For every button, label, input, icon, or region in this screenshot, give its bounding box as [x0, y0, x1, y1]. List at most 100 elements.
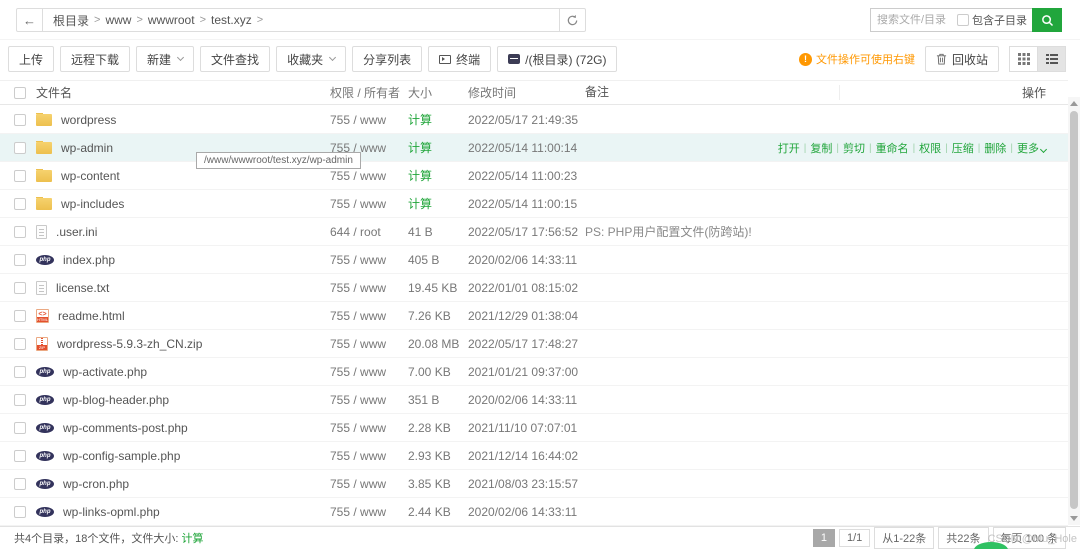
table-row[interactable]: license.txt755 / www19.45 KB2022/01/01 0… — [0, 274, 1068, 302]
table-row[interactable]: wp-cron.php755 / www3.85 KB2021/08/03 23… — [0, 470, 1068, 498]
breadcrumb-item[interactable]: 根目录 — [53, 12, 89, 29]
file-name[interactable]: wp-includes — [61, 197, 124, 211]
column-permission[interactable]: 权限 / 所有者 — [330, 84, 408, 101]
row-checkbox[interactable] — [14, 338, 26, 350]
row-action-more[interactable]: 更多 — [1017, 140, 1046, 156]
file-name[interactable]: wp-admin — [61, 141, 113, 155]
column-size[interactable]: 大小 — [408, 84, 468, 101]
file-size[interactable]: 计算 — [408, 111, 468, 128]
select-all-checkbox[interactable] — [14, 87, 26, 99]
row-checkbox[interactable] — [14, 450, 26, 462]
column-filename[interactable]: 文件名 — [36, 84, 330, 101]
upload-button[interactable]: 上传 — [8, 46, 54, 72]
grid-view-button[interactable] — [1009, 46, 1038, 72]
file-name[interactable]: wp-comments-post.php — [63, 421, 188, 435]
row-checkbox[interactable] — [14, 394, 26, 406]
row-checkbox[interactable] — [14, 142, 26, 154]
calculate-size-link[interactable]: 计算 — [181, 533, 203, 545]
list-view-button[interactable] — [1037, 46, 1066, 72]
file-size[interactable]: 计算 — [408, 167, 468, 184]
file-name[interactable]: wp-links-opml.php — [63, 505, 160, 519]
table-row[interactable]: index.php755 / www405 B2020/02/06 14:33:… — [0, 246, 1068, 274]
scrollbar-up-arrow[interactable] — [1070, 101, 1078, 106]
breadcrumb-item[interactable]: test.xyz — [211, 13, 252, 27]
column-mtime[interactable]: 修改时间 — [468, 84, 585, 101]
row-checkbox[interactable] — [14, 478, 26, 490]
file-size: 405 B — [408, 253, 468, 267]
row-checkbox[interactable] — [14, 422, 26, 434]
file-name[interactable]: wp-cron.php — [63, 477, 129, 491]
scrollbar-thumb[interactable] — [1070, 111, 1078, 509]
disk-selector-button[interactable]: /(根目录) (72G) — [497, 46, 617, 72]
file-name[interactable]: wp-content — [61, 169, 120, 183]
file-name[interactable]: readme.html — [58, 309, 125, 323]
file-name[interactable]: wp-activate.php — [63, 365, 147, 379]
disk-icon — [508, 54, 520, 64]
table-row[interactable]: wp-content755 / www计算2022/05/14 11:00:23 — [0, 162, 1068, 190]
file-name[interactable]: wordpress-5.9.3-zh_CN.zip — [57, 337, 202, 351]
php-file-icon — [36, 507, 54, 517]
view-toggle — [1009, 46, 1066, 72]
terminal-button[interactable]: 终端 — [428, 46, 491, 72]
table-row[interactable]: wp-blog-header.php755 / www351 B2020/02/… — [0, 386, 1068, 414]
table-row[interactable]: wp-activate.php755 / www7.00 KB2021/01/2… — [0, 358, 1068, 386]
row-actions: 打开|复制|剪切|重命名|权限|压缩|删除|更多 — [778, 134, 1046, 162]
share-list-button[interactable]: 分享列表 — [352, 46, 422, 72]
include-subdir-checkbox[interactable] — [957, 14, 969, 26]
vertical-scrollbar[interactable] — [1068, 97, 1080, 525]
back-button[interactable]: ← — [16, 8, 43, 32]
table-row[interactable]: wp-admin755 / www计算2022/05/14 11:00:14打开… — [0, 134, 1068, 162]
row-checkbox[interactable] — [14, 310, 26, 322]
row-checkbox[interactable] — [14, 226, 26, 238]
file-name[interactable]: wp-blog-header.php — [63, 393, 169, 407]
include-subdir-option[interactable]: 包含子目录 — [957, 12, 1032, 28]
scrollbar-down-arrow[interactable] — [1070, 516, 1078, 521]
search-button[interactable] — [1032, 8, 1062, 32]
table-row[interactable]: wp-comments-post.php755 / www2.28 KB2021… — [0, 414, 1068, 442]
table-row[interactable]: wp-links-opml.php755 / www2.44 KB2020/02… — [0, 498, 1068, 526]
pagination-current-page[interactable]: 1 — [813, 529, 835, 547]
breadcrumb-item[interactable]: wwwroot — [148, 13, 195, 27]
file-name[interactable]: index.php — [63, 253, 115, 267]
table-row[interactable]: wordpress-5.9.3-zh_CN.zip755 / www20.08 … — [0, 330, 1068, 358]
row-action-rename[interactable]: 重命名 — [876, 140, 909, 156]
table-row[interactable]: wp-includes755 / www计算2022/05/14 11:00:1… — [0, 190, 1068, 218]
file-name[interactable]: wp-config-sample.php — [63, 449, 180, 463]
row-action-compress[interactable]: 压缩 — [952, 140, 974, 156]
row-action-cut[interactable]: 剪切 — [843, 140, 865, 156]
row-action-delete[interactable]: 删除 — [984, 140, 1006, 156]
row-action-permission[interactable]: 权限 — [919, 140, 941, 156]
file-name[interactable]: license.txt — [56, 281, 109, 295]
row-checkbox[interactable] — [14, 170, 26, 182]
back-arrow-icon: ← — [23, 13, 36, 28]
row-checkbox[interactable] — [14, 198, 26, 210]
terminal-button-label: 终端 — [456, 51, 480, 68]
breadcrumb-item[interactable]: www — [105, 13, 131, 27]
row-checkbox[interactable] — [14, 282, 26, 294]
new-menu-button[interactable]: 新建 — [136, 46, 194, 72]
recycle-bin-button[interactable]: 回收站 — [925, 46, 999, 72]
pagination-item[interactable]: 1/1 — [839, 529, 870, 547]
column-note[interactable]: 备注 — [585, 85, 840, 100]
file-name[interactable]: .user.ini — [56, 225, 97, 239]
row-checkbox[interactable] — [14, 366, 26, 378]
row-action-open[interactable]: 打开 — [778, 140, 800, 156]
row-checkbox[interactable] — [14, 506, 26, 518]
file-name[interactable]: wordpress — [61, 113, 116, 127]
table-row[interactable]: wp-config-sample.php755 / www2.93 KB2021… — [0, 442, 1068, 470]
remote-download-button[interactable]: 远程下载 — [60, 46, 130, 72]
favorites-menu-button[interactable]: 收藏夹 — [276, 46, 346, 72]
file-size[interactable]: 计算 — [408, 139, 468, 156]
table-row[interactable]: readme.html755 / www7.26 KB2021/12/29 01… — [0, 302, 1068, 330]
search-input[interactable] — [871, 14, 957, 26]
file-size[interactable]: 计算 — [408, 195, 468, 212]
refresh-button[interactable] — [559, 8, 586, 32]
table-row[interactable]: .user.ini644 / root41 B2022/05/17 17:56:… — [0, 218, 1068, 246]
row-action-copy[interactable]: 复制 — [810, 140, 832, 156]
action-separator: | — [978, 143, 981, 154]
table-row[interactable]: wordpress755 / www计算2022/05/17 21:49:35 — [0, 106, 1068, 134]
row-checkbox[interactable] — [14, 254, 26, 266]
row-checkbox[interactable] — [14, 114, 26, 126]
file-find-button[interactable]: 文件查找 — [200, 46, 270, 72]
pagination-item[interactable]: 从1-22条 — [874, 527, 934, 549]
